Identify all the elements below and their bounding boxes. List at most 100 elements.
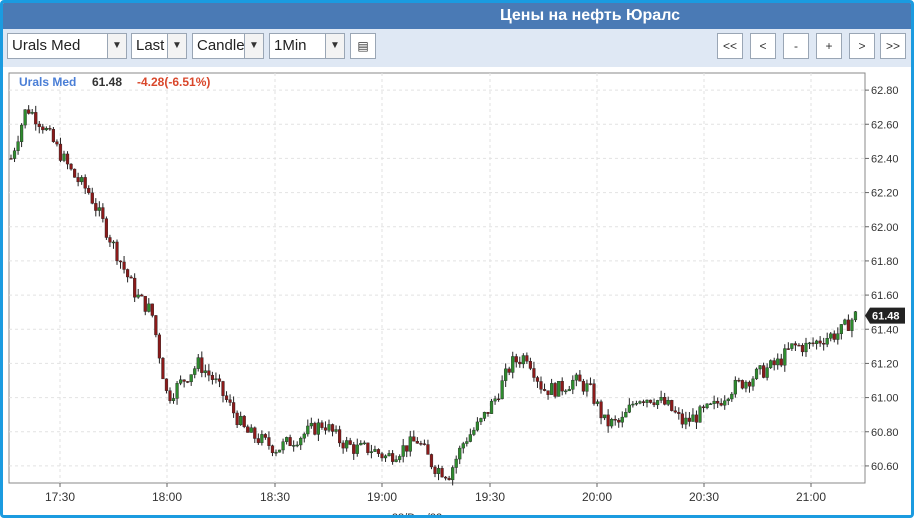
candle-body — [242, 415, 246, 427]
zoom-in-button[interactable]: + — [816, 33, 842, 59]
zoom-out-button[interactable]: - — [783, 33, 809, 59]
candle-body — [758, 365, 762, 370]
candle-body — [150, 303, 154, 316]
candle-body — [295, 444, 299, 447]
quote-last: 61.48 — [92, 75, 122, 89]
candle-body — [712, 400, 716, 404]
chevron-down-icon[interactable]: ▼ — [325, 34, 344, 58]
candle-body — [246, 426, 250, 433]
candle-body — [521, 355, 525, 365]
plot-frame — [8, 72, 866, 484]
candle-body — [398, 456, 402, 460]
candle-body — [362, 442, 366, 445]
candle-body — [161, 357, 165, 380]
candle-body — [122, 261, 126, 270]
candle-body — [239, 415, 243, 426]
candle-body — [836, 333, 840, 340]
candle-body — [698, 406, 702, 423]
chart-window: Цены на нефть Юралс Urals Med ▼ Last ▼ C… — [0, 0, 914, 518]
scroll-start-button[interactable]: << — [717, 33, 743, 59]
y-tick-label: 61.80 — [871, 256, 899, 268]
symbol-select-value: Urals Med — [12, 37, 81, 54]
candle-body — [80, 177, 84, 183]
chevron-down-icon[interactable]: ▼ — [167, 34, 186, 58]
y-tick-label: 62.40 — [871, 153, 899, 165]
candle-body — [214, 378, 218, 380]
candle-body — [772, 360, 776, 366]
candle-body — [101, 207, 105, 219]
candle-body — [560, 380, 564, 392]
table-view-button[interactable]: ▤ — [350, 33, 376, 59]
candle-body — [108, 237, 112, 243]
candle-body — [800, 345, 805, 353]
candle-body — [140, 294, 144, 297]
candle-body — [72, 168, 77, 178]
candle-body — [663, 397, 667, 405]
candle-body — [281, 441, 285, 451]
candle-body — [9, 158, 13, 160]
candle-body — [419, 443, 423, 445]
scroll-end-button[interactable]: >> — [880, 33, 906, 59]
candle-body — [345, 440, 349, 449]
candle-body — [793, 343, 797, 346]
candle-body — [804, 342, 808, 353]
y-tick-label: 62.20 — [871, 188, 899, 200]
price-field-select[interactable]: Last ▼ — [131, 33, 187, 59]
candle-body — [832, 333, 836, 340]
candle-body — [500, 380, 504, 400]
x-tick-label: 20:00 — [582, 490, 612, 504]
candle-body — [472, 429, 476, 435]
candle-body — [850, 319, 854, 331]
candle-body — [550, 383, 554, 395]
candle-body — [58, 143, 63, 161]
candle-body — [620, 416, 624, 423]
symbol-select[interactable]: Urals Med ▼ — [7, 33, 127, 59]
x-date-label: 28/Dec/22 — [392, 512, 442, 515]
candle-body — [55, 141, 59, 145]
chart-type-value: Candle — [197, 37, 245, 54]
chevron-down-icon[interactable]: ▼ — [244, 34, 263, 58]
scroll-forward-button[interactable]: > — [849, 33, 875, 59]
candle-body — [645, 399, 649, 403]
candle-body — [624, 412, 628, 418]
candle-body — [588, 383, 593, 385]
scroll-back-button[interactable]: < — [750, 33, 776, 59]
candle-body — [277, 449, 282, 453]
candle-body — [373, 449, 377, 452]
price-chart[interactable]: 62.80 62.60 62.40 62.20 62.00 61.80 61.60 61.40… — [3, 67, 911, 515]
candle-body — [546, 390, 550, 395]
scroll-back-label: < — [759, 39, 767, 53]
candle-body — [542, 389, 547, 391]
candle-body — [853, 311, 858, 321]
candle-body — [48, 128, 52, 130]
candle-body — [535, 377, 540, 382]
candle-body — [76, 177, 80, 183]
candle-body — [786, 348, 790, 350]
chevron-down-icon[interactable]: ▼ — [107, 34, 126, 58]
interval-select[interactable]: 1Min ▼ — [269, 33, 345, 59]
candle-body — [193, 368, 197, 375]
candle-body — [136, 294, 140, 298]
candle-body — [468, 434, 472, 442]
chart-type-select[interactable]: Candle ▼ — [192, 33, 264, 59]
candle-body — [694, 414, 699, 423]
candle-body — [104, 218, 108, 238]
candle-body — [716, 400, 720, 404]
candle-body — [585, 383, 589, 392]
candle-body — [691, 414, 695, 422]
candle-body — [302, 433, 306, 439]
candle-body — [595, 401, 600, 404]
candle-body — [274, 452, 278, 454]
candle-body — [171, 398, 176, 401]
candle-body — [652, 402, 656, 406]
candle-body — [613, 419, 617, 421]
candle-body — [656, 400, 660, 406]
candle-body — [412, 436, 416, 442]
candle-body — [670, 400, 674, 411]
candle-body — [634, 402, 638, 405]
candle-body — [313, 422, 317, 435]
candle-body — [592, 383, 596, 404]
y-tick-label: 61.40 — [871, 324, 899, 336]
last-price-label: 61.48 — [872, 311, 900, 323]
candle-body — [285, 437, 289, 442]
